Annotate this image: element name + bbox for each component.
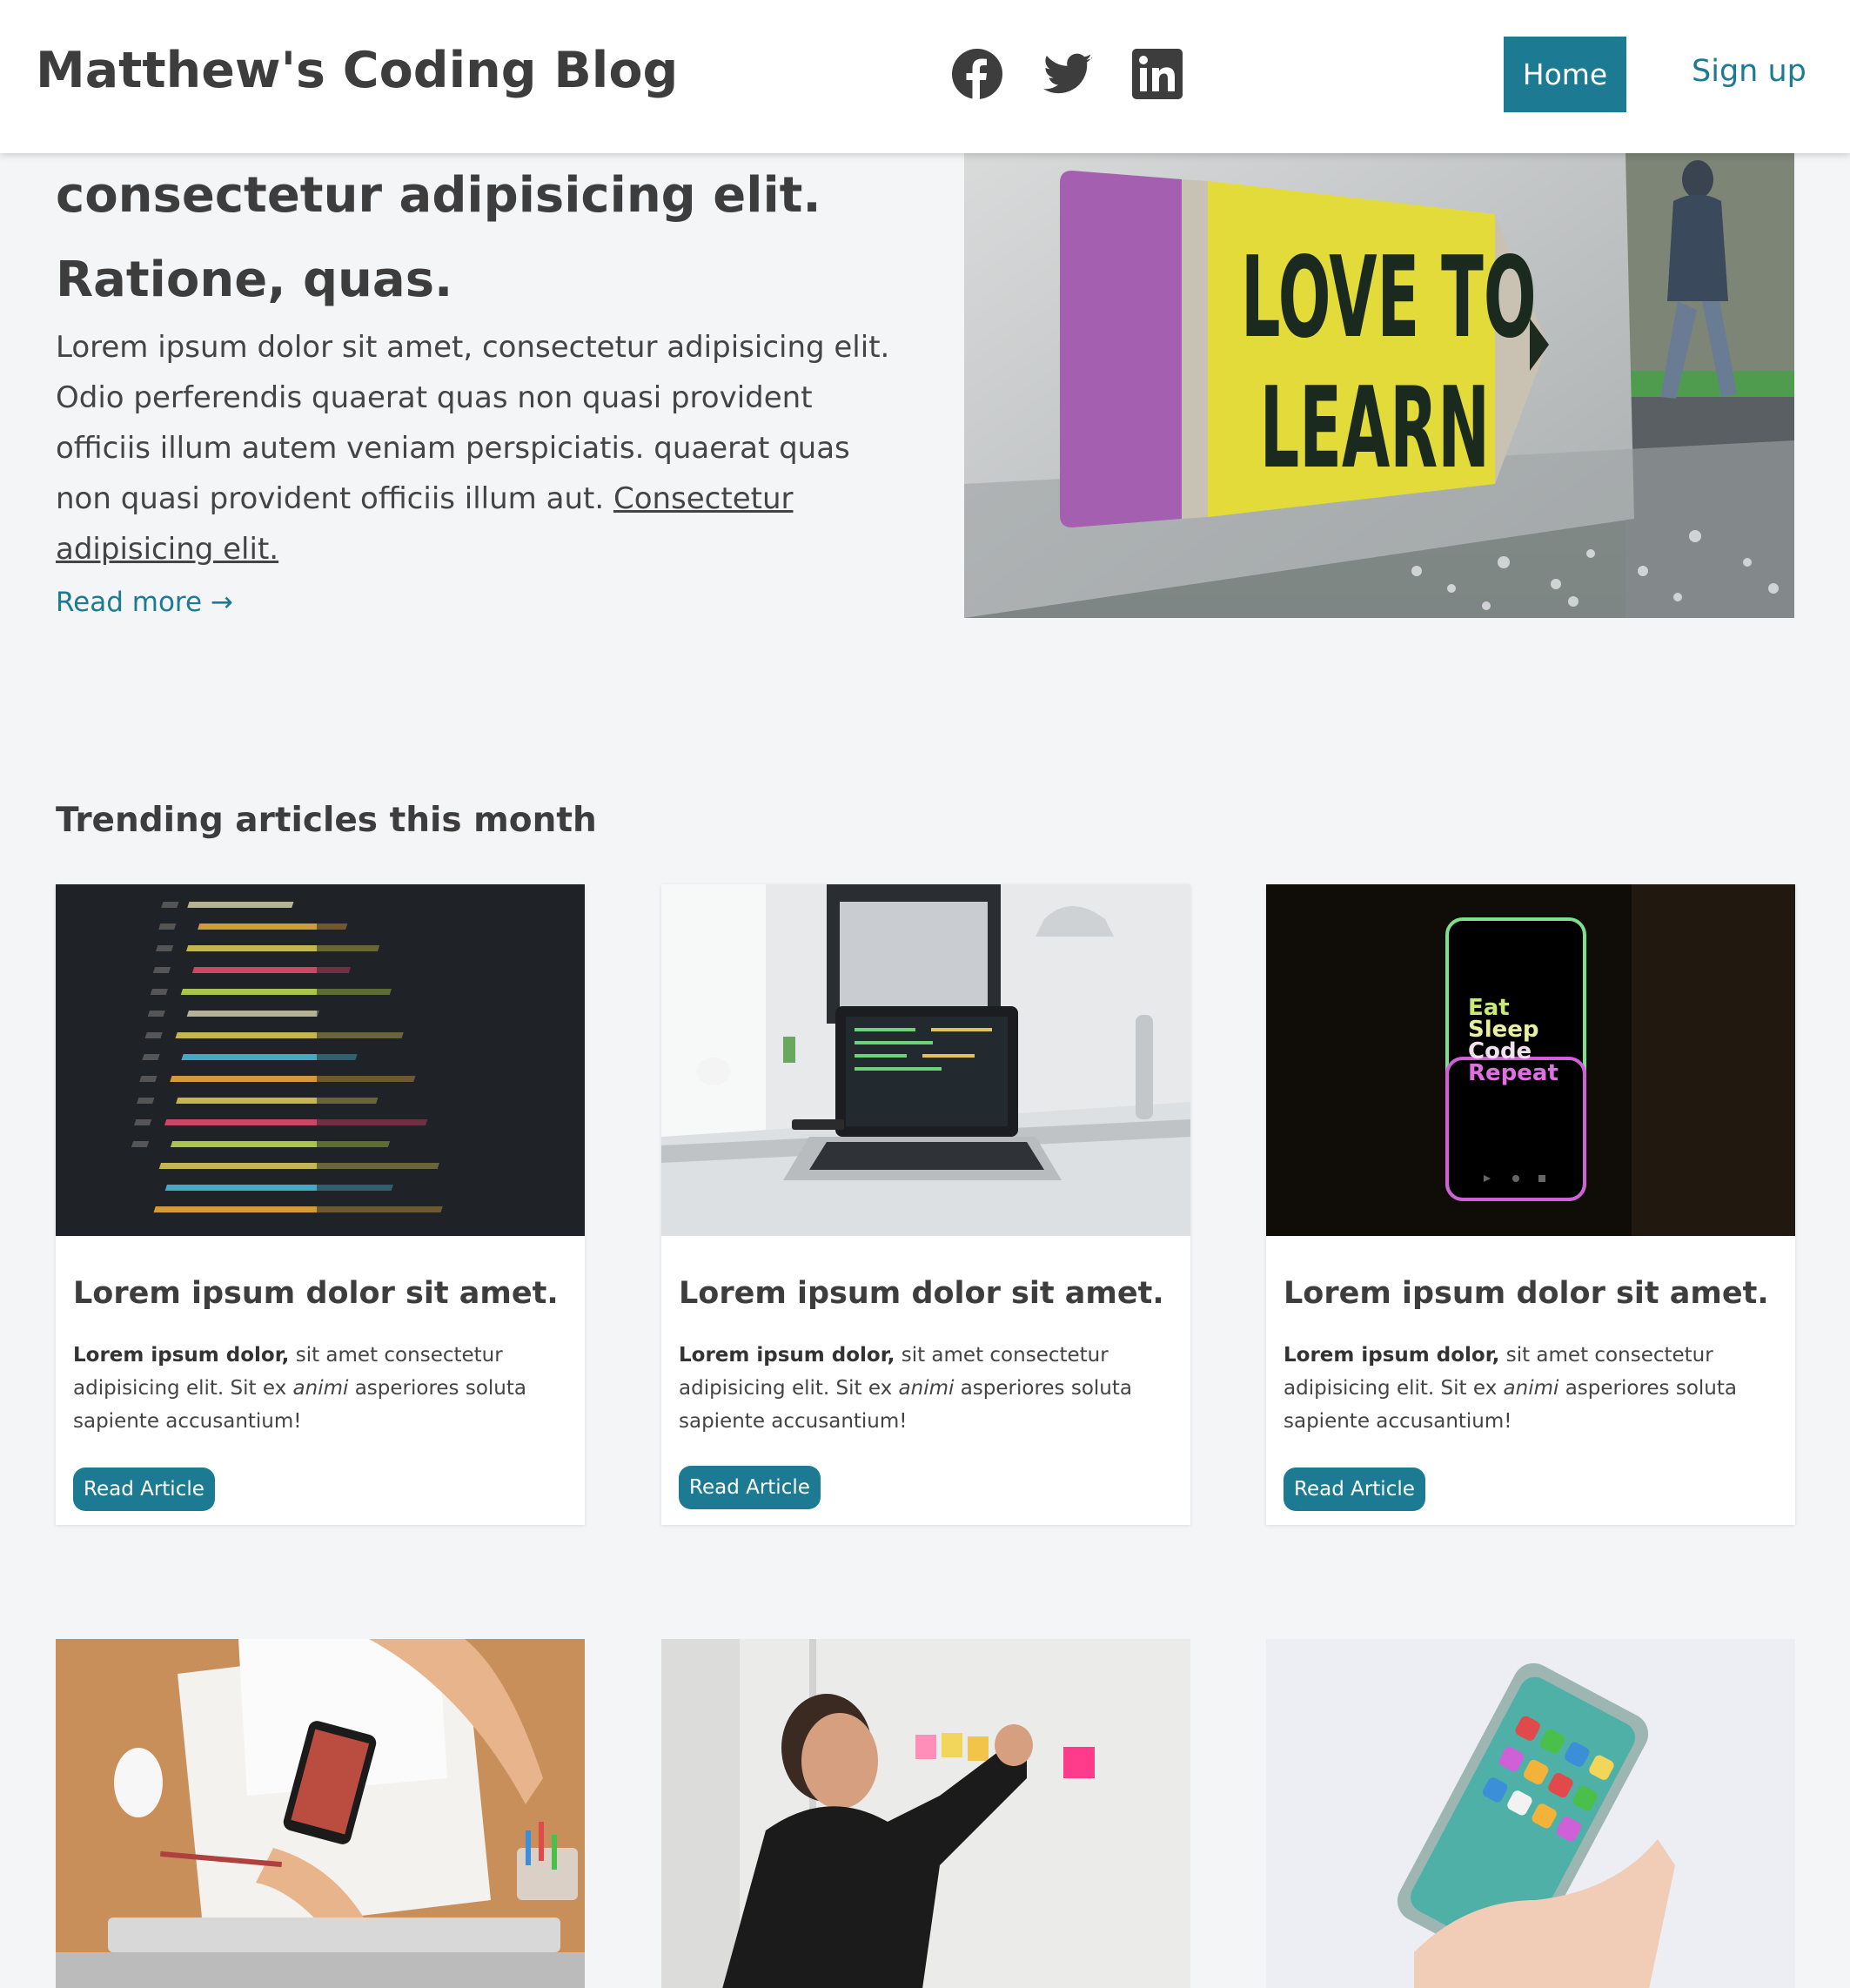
article-image[interactable] <box>56 884 585 1236</box>
article-title[interactable]: Lorem ipsum dolor sit amet. <box>73 1276 559 1311</box>
read-article-button[interactable]: Read Article <box>679 1466 821 1509</box>
article-card: Lorem ipsum dolor sit amet. Lorem ipsum … <box>661 884 1190 1525</box>
facebook-icon[interactable] <box>951 48 1003 100</box>
nav-signup-link[interactable]: Sign up <box>1692 54 1806 89</box>
article-excerpt: Lorem ipsum dolor, sit amet consectetur … <box>73 1344 526 1433</box>
site-brand[interactable]: Matthew's Coding Blog <box>36 42 678 99</box>
read-more-link[interactable]: Read more → <box>56 587 233 618</box>
nav-home-button[interactable]: Home <box>1504 37 1626 112</box>
article-title[interactable]: Lorem ipsum dolor sit amet. <box>1284 1276 1769 1311</box>
read-article-button[interactable]: Read Article <box>1284 1467 1425 1511</box>
article-card: Eat Sleep Code Repeat Lorem ipsum dolor … <box>1266 884 1795 1525</box>
article-image[interactable] <box>1266 1639 1795 1988</box>
hero-title: consectetur adipisicing elit. Ratione, q… <box>56 153 908 322</box>
article-image[interactable] <box>661 884 1190 1236</box>
site-header: Matthew's Coding Blog Home Sign up <box>0 0 1850 153</box>
read-article-button[interactable]: Read Article <box>73 1467 215 1511</box>
article-excerpt: Lorem ipsum dolor, sit amet consectetur … <box>1284 1344 1737 1433</box>
svg-text:Repeat: Repeat <box>1468 1060 1558 1086</box>
hero-image: LOVE TO LEARN <box>964 153 1794 618</box>
hero-title-line: Ratione, quas. <box>56 252 453 308</box>
article-title[interactable]: Lorem ipsum dolor sit amet. <box>679 1276 1164 1311</box>
article-excerpt: Lorem ipsum dolor, sit amet consectetur … <box>679 1344 1132 1433</box>
article-image[interactable] <box>56 1639 585 1988</box>
article-image[interactable]: Eat Sleep Code Repeat <box>1266 884 1795 1236</box>
linkedin-icon[interactable] <box>1131 48 1183 100</box>
article-image[interactable] <box>661 1639 1190 1988</box>
sign-text-1: LOVE TO <box>1241 233 1536 363</box>
article-card: Lorem ipsum dolor sit amet. Lorem ipsum … <box>56 884 585 1525</box>
hero-paragraph: Lorem ipsum dolor sit amet, consectetur … <box>56 322 891 574</box>
sign-text-2: LEARN <box>1260 364 1490 494</box>
trending-section-title: Trending articles this month <box>56 801 597 840</box>
hero-title-line: consectetur adipisicing elit. <box>56 167 821 224</box>
twitter-icon[interactable] <box>1042 48 1094 100</box>
